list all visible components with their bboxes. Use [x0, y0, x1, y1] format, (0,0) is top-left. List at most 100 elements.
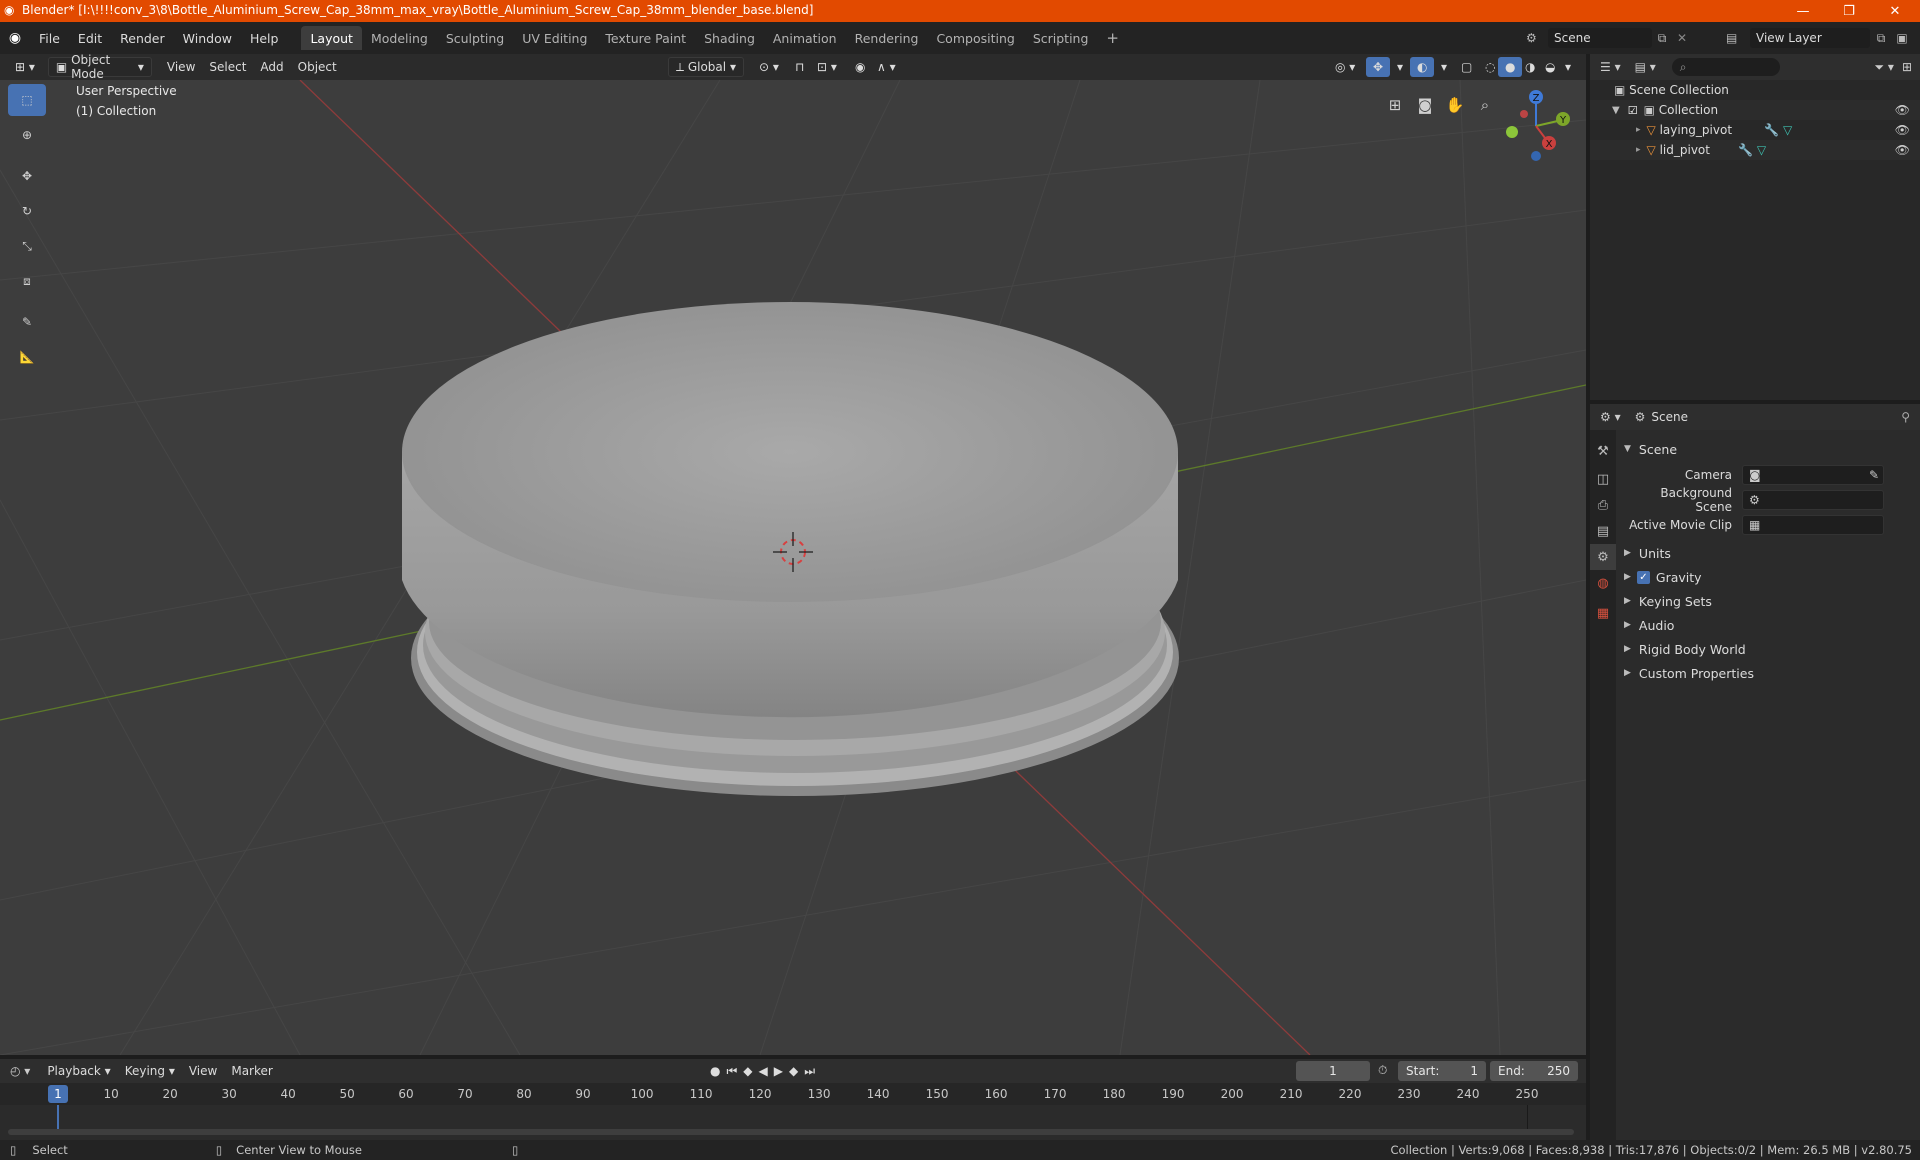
scale-tool-icon[interactable]: ⤡ [8, 230, 46, 262]
record-icon[interactable]: ● [710, 1064, 720, 1078]
panel-gravity[interactable]: ▶ ✓ Gravity [1624, 566, 1916, 588]
filter-icon[interactable]: ⏷ ▾ [1874, 60, 1893, 75]
remove-view-layer-icon[interactable]: ▣ [1892, 31, 1912, 45]
gravity-checkbox[interactable]: ✓ [1636, 570, 1650, 584]
navigation-gizmo[interactable]: Z Y X [1490, 86, 1580, 166]
panel-keying-sets[interactable]: ▶ Keying Sets [1624, 590, 1916, 612]
outliner-row-scene-collection[interactable]: ▣ Scene Collection [1590, 80, 1920, 100]
timeline-editor-icon[interactable]: ◴ ▾ [10, 1064, 30, 1078]
mesh-data-icon[interactable]: ▽ [1783, 123, 1792, 137]
eyedropper-icon[interactable]: ✎ [1869, 468, 1879, 482]
new-collection-icon[interactable]: ⊞ [1902, 60, 1912, 74]
panel-audio[interactable]: ▶ Audio [1624, 614, 1916, 636]
tab-rendering[interactable]: Rendering [846, 26, 928, 50]
menu-view[interactable]: View [182, 1061, 224, 1081]
overlay-toggle-icon[interactable]: ◐ [1410, 57, 1435, 77]
cursor-tool-icon[interactable]: ⊕ [8, 119, 46, 151]
pan-hand-icon[interactable]: ✋ [1440, 90, 1470, 120]
timeline-ruler[interactable]: 1 10 20 30 40 50 60 70 80 90 100 110 120 130 140 150 160… [0, 1083, 1586, 1105]
tab-modeling[interactable]: Modeling [362, 26, 437, 50]
play-icon[interactable]: ▶ [774, 1064, 783, 1078]
xray-icon[interactable]: ▢ [1454, 57, 1479, 77]
jump-end-icon[interactable]: ⏭ [804, 1064, 815, 1079]
move-tool-icon[interactable]: ✥ [8, 160, 46, 192]
panel-units[interactable]: ▶ Units [1624, 542, 1916, 564]
grid-view-icon[interactable]: ⊞ [1380, 90, 1410, 120]
tab-texture-icon[interactable]: ▦ [1590, 600, 1616, 626]
menu-select[interactable]: Select [202, 57, 253, 77]
neg-z-axis-icon[interactable] [1531, 151, 1541, 161]
neg-x-axis-icon[interactable] [1520, 110, 1528, 118]
eye-icon[interactable]: 👁 [1895, 143, 1910, 157]
wrench-icon[interactable]: 🔧 [1738, 143, 1753, 157]
jump-start-icon[interactable]: ⏮ [726, 1064, 737, 1079]
tab-render-icon[interactable]: ◫ [1590, 466, 1616, 492]
outliner-row-laying-pivot[interactable]: ▸ ▽ laying_pivot 🔧 ▽ 👁 [1590, 120, 1920, 140]
eye-icon[interactable]: 👁 [1895, 123, 1910, 137]
falloff-icon[interactable]: ∧ ▾ [870, 57, 903, 77]
menu-window[interactable]: Window [174, 22, 241, 54]
minimize-button[interactable]: — [1780, 0, 1826, 22]
menu-object[interactable]: Object [291, 57, 344, 77]
rotate-tool-icon[interactable]: ↻ [8, 195, 46, 227]
tab-layout[interactable]: Layout [301, 26, 362, 50]
menu-file[interactable]: File [30, 22, 69, 54]
annotate-tool-icon[interactable]: ✎ [8, 306, 46, 338]
tab-uv-editing[interactable]: UV Editing [513, 26, 596, 50]
pivot-point-icon[interactable]: ⊙ ▾ [752, 57, 786, 77]
menu-help[interactable]: Help [241, 22, 288, 54]
menu-playback[interactable]: Playback ▾ [40, 1061, 117, 1081]
tab-scene-icon[interactable]: ⚙ [1590, 544, 1616, 570]
panel-custom-properties[interactable]: ▶ Custom Properties [1624, 662, 1916, 684]
tab-texture-paint[interactable]: Texture Paint [596, 26, 695, 50]
menu-marker[interactable]: Marker [224, 1061, 279, 1081]
display-mode-icon[interactable]: ▤ ▾ [1635, 60, 1656, 74]
next-keyframe-icon[interactable]: ◆ [789, 1064, 798, 1078]
expand-arrow-icon[interactable]: ▼ [1612, 105, 1620, 116]
menu-add[interactable]: Add [253, 57, 290, 77]
gizmo-toggle-icon[interactable]: ✥ [1366, 57, 1391, 77]
background-scene-field[interactable]: ⚙ [1742, 490, 1884, 510]
prev-keyframe-icon[interactable]: ◆ [743, 1064, 752, 1078]
view-layer-icon[interactable]: ▤ [1726, 31, 1750, 45]
mesh-data-icon[interactable]: ▽ [1757, 143, 1766, 157]
menu-keying[interactable]: Keying ▾ [118, 1061, 182, 1081]
menu-render[interactable]: Render [111, 22, 174, 54]
tab-sculpting[interactable]: Sculpting [437, 26, 513, 50]
outliner-row-lid-pivot[interactable]: ▸ ▽ lid_pivot 🔧 ▽ 👁 [1590, 140, 1920, 160]
timeline-scrollbar[interactable] [8, 1129, 1574, 1135]
stopwatch-icon[interactable]: ⏱ [1378, 1063, 1387, 1078]
checkbox-checked-icon[interactable]: ☑ [1628, 104, 1638, 117]
editor-type-icon[interactable]: ⊞ ▾ [8, 57, 42, 77]
scene-name-field[interactable]: Scene [1548, 28, 1652, 48]
proportional-edit-icon[interactable]: ◉ [848, 57, 872, 77]
3d-viewport[interactable]: User Perspective (1) Collection ⊞ ◙ ✋ ⌕ … [0, 80, 1586, 1055]
maximize-button[interactable]: ❐ [1826, 0, 1872, 22]
expand-arrow-icon[interactable]: ▸ [1636, 145, 1641, 155]
tab-shading[interactable]: Shading [695, 26, 764, 50]
camera-view-icon[interactable]: ◙ [1410, 90, 1440, 120]
snap-target-icon[interactable]: ⊡ ▾ [810, 57, 844, 77]
new-view-layer-icon[interactable]: ⧉ [1870, 31, 1892, 46]
transform-orientation-dropdown[interactable]: ⟂ Global ▾ [668, 57, 744, 77]
new-scene-icon[interactable]: ⧉ [1652, 31, 1672, 46]
mode-dropdown[interactable]: ▣ Object Mode ▾ [47, 53, 152, 81]
properties-editor-icon[interactable]: ⚙ ▾ [1600, 410, 1621, 424]
menu-edit[interactable]: Edit [69, 22, 111, 54]
menu-view[interactable]: View [160, 57, 202, 77]
eye-icon[interactable]: 👁 [1895, 103, 1910, 117]
neg-y-axis-icon[interactable] [1506, 126, 1518, 138]
delete-scene-icon[interactable]: ✕ [1672, 31, 1692, 45]
measure-tool-icon[interactable]: 📐 [8, 341, 46, 373]
pin-icon[interactable]: ⚲ [1901, 410, 1910, 424]
snap-icon[interactable]: ⊓ [788, 57, 811, 77]
active-movie-clip-field[interactable]: ▦ [1742, 515, 1884, 535]
outliner-search-input[interactable]: ⌕ [1671, 58, 1780, 76]
blender-menu-icon[interactable]: ◉ [0, 30, 30, 46]
wrench-icon[interactable]: 🔧 [1764, 123, 1779, 137]
panel-rigid-body-world[interactable]: ▶ Rigid Body World [1624, 638, 1916, 660]
current-frame-field[interactable]: 1 [1296, 1061, 1370, 1081]
tab-output-icon[interactable]: ⎙ [1590, 492, 1616, 518]
tab-view-layer-icon[interactable]: ▤ [1590, 518, 1616, 544]
end-frame-field[interactable]: End: 250 [1490, 1061, 1578, 1081]
